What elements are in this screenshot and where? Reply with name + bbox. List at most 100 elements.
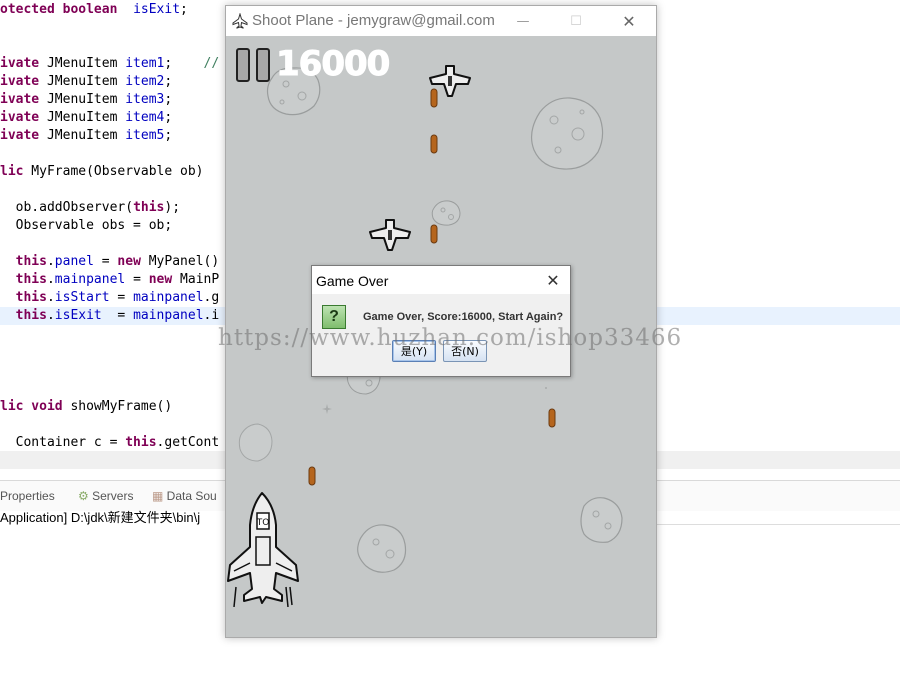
servers-icon: ⚙ [78,489,93,503]
dialog-title: Game Over [316,273,389,289]
code-token: // [203,56,220,71]
code-line: this.mainpanel = new MainP [0,271,220,289]
code-token: ivate [0,128,40,143]
bullet [430,134,438,154]
star-speck [322,404,332,414]
code-token: ; [164,74,173,89]
code-token: . [46,290,55,305]
code-token: MyFrame(Observable ob) [23,164,204,179]
svg-text:TO: TO [256,518,270,528]
code-token: MainP [172,272,220,287]
code-token: = [93,254,118,269]
code-token: otected boolean [0,2,118,17]
bullet [430,224,438,244]
code-token: item5 [125,128,165,143]
code-token: lic [0,164,24,179]
code-token: mainpanel [54,272,126,287]
enemy-plane [369,219,411,251]
watermark-text: https://www.huzhan.com/ishop33466 [218,325,683,351]
asteroid [530,97,604,170]
code-line: ivate JMenuItem item4; [0,109,172,127]
code-token: .getCont [156,435,220,450]
pause-icon-bar [236,48,250,82]
score-display: 16000 [275,44,390,85]
code-token: this [15,290,47,305]
bullet [430,88,438,108]
code-line: this.panel = new MyPanel() [0,253,220,271]
code-token: this [15,308,47,323]
code-line: lic void showMyFrame() [0,398,172,416]
dialog-close-icon[interactable]: ✕ [542,269,564,291]
bullet [548,408,556,428]
game-over-dialog: Game Over ✕ ? Game Over, Score:16000, St… [311,265,571,377]
code-token: ; [164,110,173,125]
window-titlebar[interactable]: Shoot Plane - jemygraw@gmail.com — ☐ ✕ [226,6,656,36]
code-token: this [15,272,47,287]
console-output: Application] D:\jdk\新建文件夹\bin\j [0,510,201,525]
code-token: .g [203,290,220,305]
code-token: MyPanel() [140,254,220,269]
code-token: ivate [0,56,40,71]
code-line: ivate JMenuItem item1; // [0,55,219,73]
code-token: . [46,254,55,269]
code-line: otected boolean isExit; [0,1,188,19]
asteroid [357,524,407,573]
code-token: this [125,435,157,450]
close-button[interactable]: ✕ [604,6,654,36]
code-token: . [46,272,55,287]
code-line: lic MyFrame(Observable ob) [0,163,204,181]
maximize-button[interactable]: ☐ [551,6,601,36]
code-token: ivate [0,74,40,89]
code-token: item4 [125,110,165,125]
code-token: = [101,308,134,323]
code-token: mainpanel [133,308,204,323]
code-line: this.isExit = mainpanel.i [0,307,220,325]
code-token: ; [164,56,204,71]
code-token: this [15,254,47,269]
window-title: Shoot Plane - jemygraw@gmail.com [252,12,495,29]
player-plane[interactable]: TO [226,491,308,607]
plane-app-icon [232,13,248,29]
code-line: ivate JMenuItem item2; [0,73,172,91]
code-token: panel [54,254,94,269]
code-token: = [109,290,134,305]
code-token: ; [164,92,173,107]
code-token: ivate [0,92,40,107]
code-token: JMenuItem [39,74,126,89]
database-icon: ▦ [152,489,167,503]
code-token: .i [203,308,220,323]
code-line: Container c = this.getCont [0,434,220,452]
tab-properties[interactable]: Properties [0,489,55,503]
dialog-titlebar[interactable]: Game Over ✕ [312,266,570,294]
code-token: = [125,272,149,287]
code-token: new [148,272,173,287]
code-token: item3 [125,92,165,107]
bullet [308,466,316,486]
code-token: ); [164,200,181,215]
code-token: isExit [133,2,181,17]
asteroid [580,497,623,543]
dialog-message: Game Over, Score:16000, Start Again? [363,311,564,323]
tab-servers[interactable]: ⚙ Servers [78,489,133,503]
tab-data-source[interactable]: ▦ Data Sou [152,489,217,503]
code-line: this.isStart = mainpanel.g [0,289,220,307]
code-line: Observable obs = ob; [0,217,173,235]
code-token: JMenuItem [39,92,126,107]
code-line: ivate JMenuItem item3; [0,91,172,109]
pause-button[interactable] [236,48,272,82]
code-token: item1 [125,56,165,71]
code-token: new [117,254,141,269]
code-token: showMyFrame() [62,399,173,414]
code-token: JMenuItem [39,128,126,143]
code-token: JMenuItem [39,56,126,71]
code-token: isStart [54,290,110,305]
code-token: ivate [0,110,40,125]
code-token: this [133,200,165,215]
code-token: isExit [54,308,102,323]
minimize-button[interactable]: — [498,6,548,36]
